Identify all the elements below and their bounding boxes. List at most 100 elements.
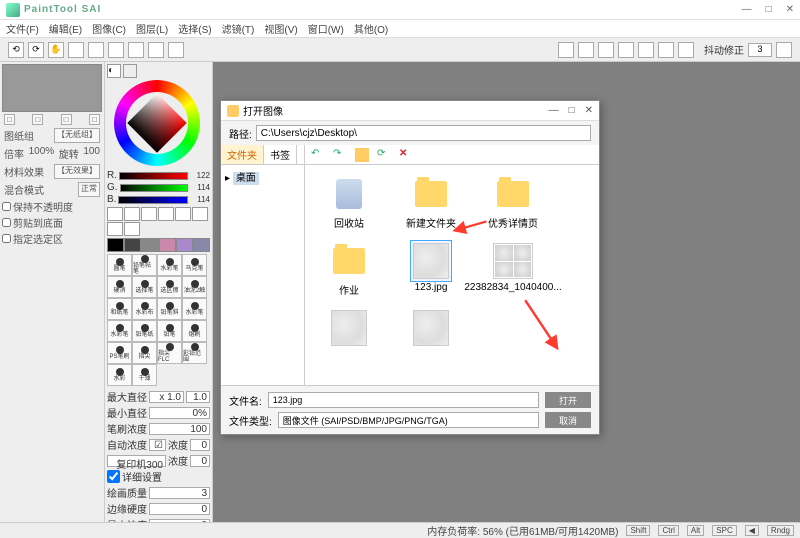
brush-12[interactable]: 水彩笔	[107, 320, 132, 342]
paperset-button[interactable]: 【无纸组】	[54, 128, 100, 143]
brush-2[interactable]: 水彩笔	[157, 254, 182, 276]
file-item[interactable]: 22382834_1040400...	[477, 240, 549, 297]
tool-hand-icon[interactable]: ✋	[48, 42, 64, 58]
brush-3[interactable]: 马克笔	[182, 254, 207, 276]
delete-icon[interactable]: ✕	[399, 148, 413, 162]
brush-19[interactable]: 彩铅范围	[182, 342, 207, 364]
menu-window[interactable]: 窗口(W)	[308, 21, 344, 36]
r-slider[interactable]	[119, 172, 188, 180]
nav-btn-a[interactable]: □	[4, 114, 15, 125]
brush-15[interactable]: 熔刷	[182, 320, 207, 342]
picker-tool-icon[interactable]	[124, 222, 140, 236]
jitter-value[interactable]: 3	[748, 43, 772, 57]
dialog-maximize-button[interactable]: □	[569, 105, 575, 116]
tool-redo-icon[interactable]: ⟳	[28, 42, 44, 58]
tree-desktop[interactable]: 桌面	[233, 172, 259, 185]
tool-e-icon[interactable]	[148, 42, 164, 58]
paper-density-value[interactable]: 0	[190, 455, 210, 467]
menu-edit[interactable]: 编辑(E)	[49, 21, 82, 36]
tool-a-icon[interactable]	[68, 42, 84, 58]
g-slider[interactable]	[120, 184, 188, 192]
tool-k-icon[interactable]	[638, 42, 654, 58]
navigator-thumbnail[interactable]	[2, 64, 102, 112]
brush-18[interactable]: 指尖FLC	[157, 342, 182, 364]
file-item[interactable]: 作业	[313, 240, 385, 297]
hand-tool-icon[interactable]	[107, 222, 123, 236]
seltool-wand-icon[interactable]	[141, 207, 157, 221]
nav-btn-c[interactable]: □	[61, 114, 72, 125]
tab-folders[interactable]: 文件夹	[221, 145, 264, 164]
brush-16[interactable]: PS笔刷	[107, 342, 132, 364]
auto-check[interactable]: ☑	[149, 439, 166, 451]
menu-image[interactable]: 图像(C)	[92, 21, 126, 36]
brush-4[interactable]: 硬消	[107, 276, 132, 298]
color-swatches[interactable]	[107, 238, 210, 252]
seltool-lasso-icon[interactable]	[124, 207, 140, 221]
brush-7[interactable]: 油泥2触	[182, 276, 207, 298]
brush-21[interactable]: 千薄	[132, 364, 157, 386]
tool-c-icon[interactable]	[108, 42, 124, 58]
tool-undo-icon[interactable]: ⟲	[8, 42, 24, 58]
brush-1[interactable]: 铅笔帖笔	[132, 254, 157, 276]
filename-input[interactable]	[268, 392, 539, 408]
tool-h-icon[interactable]	[578, 42, 594, 58]
menu-view[interactable]: 视图(V)	[264, 21, 297, 36]
brush-10[interactable]: 铅笔斜	[157, 298, 182, 320]
file-item[interactable]	[313, 307, 385, 349]
paper-label[interactable]: 复印机300	[107, 455, 166, 467]
brush-17[interactable]: 指尖	[132, 342, 157, 364]
file-item[interactable]	[395, 307, 467, 349]
seltool-rect-icon[interactable]	[107, 207, 123, 221]
tool-i-icon[interactable]	[598, 42, 614, 58]
clip-check[interactable]	[2, 218, 11, 227]
path-input[interactable]	[256, 125, 591, 141]
blend-mode[interactable]: 正常	[78, 182, 100, 197]
back-icon[interactable]: ↶	[311, 148, 325, 162]
brush-0[interactable]: 圆笔	[107, 254, 132, 276]
maximize-button[interactable]: □	[766, 4, 772, 15]
nav-btn-b[interactable]: □	[32, 114, 43, 125]
dialog-close-button[interactable]: ✕	[585, 105, 593, 116]
tool-g-icon[interactable]	[558, 42, 574, 58]
forward-icon[interactable]: ↷	[333, 148, 347, 162]
open-button[interactable]: 打开	[545, 392, 591, 408]
tool-j-icon[interactable]	[618, 42, 634, 58]
up-icon[interactable]	[355, 148, 369, 162]
close-button[interactable]: ✕	[786, 4, 794, 15]
max-size-unit[interactable]: x 1.0	[149, 391, 184, 403]
auto-density-value[interactable]: 0	[190, 439, 210, 451]
brush-6[interactable]: 选区擦	[157, 276, 182, 298]
b-slider[interactable]	[118, 196, 188, 204]
edge-value[interactable]: 0	[149, 503, 210, 515]
move-tool-icon[interactable]	[158, 207, 174, 221]
menu-other[interactable]: 其他(O)	[354, 21, 388, 36]
tab-bookmarks[interactable]: 书签	[264, 145, 297, 164]
color-tab-icon[interactable]: ◐	[107, 64, 121, 78]
brush-11[interactable]: 水彩笔	[182, 298, 207, 320]
brush-5[interactable]: 选择笔	[132, 276, 157, 298]
refresh-icon[interactable]: ⟳	[377, 148, 391, 162]
tool-b-icon[interactable]	[88, 42, 104, 58]
tool-f-icon[interactable]	[168, 42, 184, 58]
menu-layer[interactable]: 图层(L)	[136, 21, 168, 36]
color-tab2-icon[interactable]	[123, 64, 137, 78]
keep-opacity-check[interactable]	[2, 202, 11, 211]
min-size-value[interactable]: 0%	[149, 407, 210, 419]
minimize-button[interactable]: —	[742, 4, 752, 15]
density-value[interactable]: 100	[149, 423, 210, 435]
brush-20[interactable]: 水彩	[107, 364, 132, 386]
material-button[interactable]: 【无效果】	[54, 164, 100, 179]
rotate-tool-icon[interactable]	[192, 207, 208, 221]
dialog-minimize-button[interactable]: —	[549, 105, 559, 116]
brush-9[interactable]: 水彩布	[132, 298, 157, 320]
tool-m-icon[interactable]	[678, 42, 694, 58]
file-item[interactable]: 新建文件夹	[395, 173, 467, 230]
sel-area-check[interactable]	[2, 234, 11, 243]
nav-btn-d[interactable]: □	[89, 114, 100, 125]
brush-14[interactable]: 铅笔	[157, 320, 182, 342]
paint-quality-value[interactable]: 3	[149, 487, 210, 499]
menu-file[interactable]: 文件(F)	[6, 21, 39, 36]
menu-select[interactable]: 选择(S)	[178, 21, 211, 36]
filetype-select[interactable]	[278, 412, 539, 428]
tool-l-icon[interactable]	[658, 42, 674, 58]
